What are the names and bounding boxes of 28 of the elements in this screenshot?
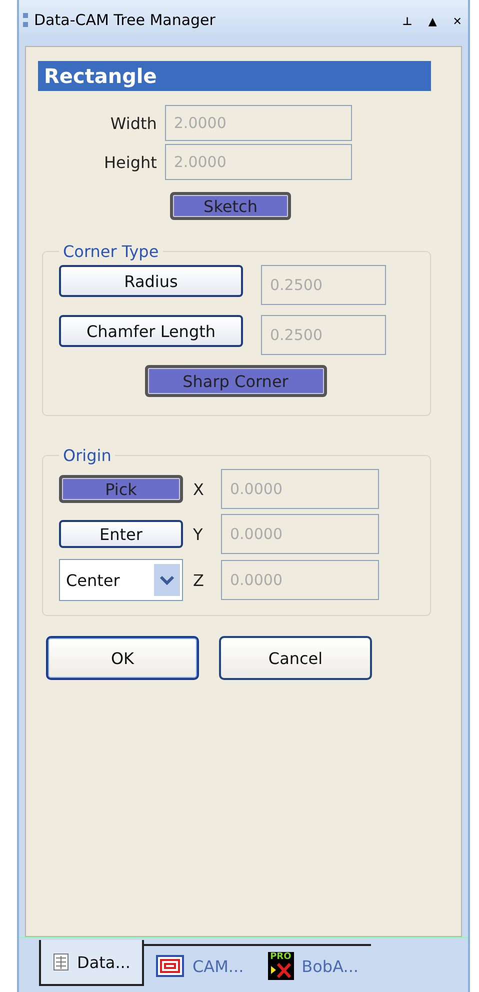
cancel-button[interactable]: Cancel: [219, 636, 372, 680]
sketch-button[interactable]: Sketch: [170, 192, 291, 220]
axis-label: Y: [193, 524, 204, 544]
corner-option-button[interactable]: Chamfer Length: [59, 315, 243, 347]
window-title: Data-CAM Tree Manager: [34, 11, 216, 29]
origin-button[interactable]: Pick: [59, 475, 183, 503]
ok-button[interactable]: OK: [46, 636, 199, 680]
pro-logo-icon: PRO: [268, 952, 294, 980]
frame-icon: [156, 955, 184, 977]
section-heading: Rectangle: [38, 61, 431, 91]
tab[interactable]: Data...: [39, 940, 144, 986]
group-label: Corner Type: [62, 242, 160, 261]
group-label: Origin: [62, 446, 112, 465]
window-control[interactable]: ▲: [428, 15, 437, 28]
axis-label: X: [193, 480, 205, 498]
window-control[interactable]: ✕: [452, 15, 462, 28]
field-label: Height: [104, 152, 157, 172]
field-label: Width: [110, 114, 157, 132]
origin-button[interactable]: Enter: [59, 520, 183, 548]
tab[interactable]: PRO BobA...: [256, 944, 370, 986]
sharp-corner-button[interactable]: Sharp Corner: [144, 365, 326, 397]
corner-option-button[interactable]: Radius: [59, 265, 243, 297]
grip-icon: [23, 13, 28, 27]
dropdown[interactable]: Center: [59, 559, 183, 601]
window-control[interactable]: ⊥: [402, 15, 412, 28]
axis-label: Z: [193, 570, 205, 590]
table-icon: [53, 953, 69, 971]
tab[interactable]: CAM...: [144, 944, 256, 986]
